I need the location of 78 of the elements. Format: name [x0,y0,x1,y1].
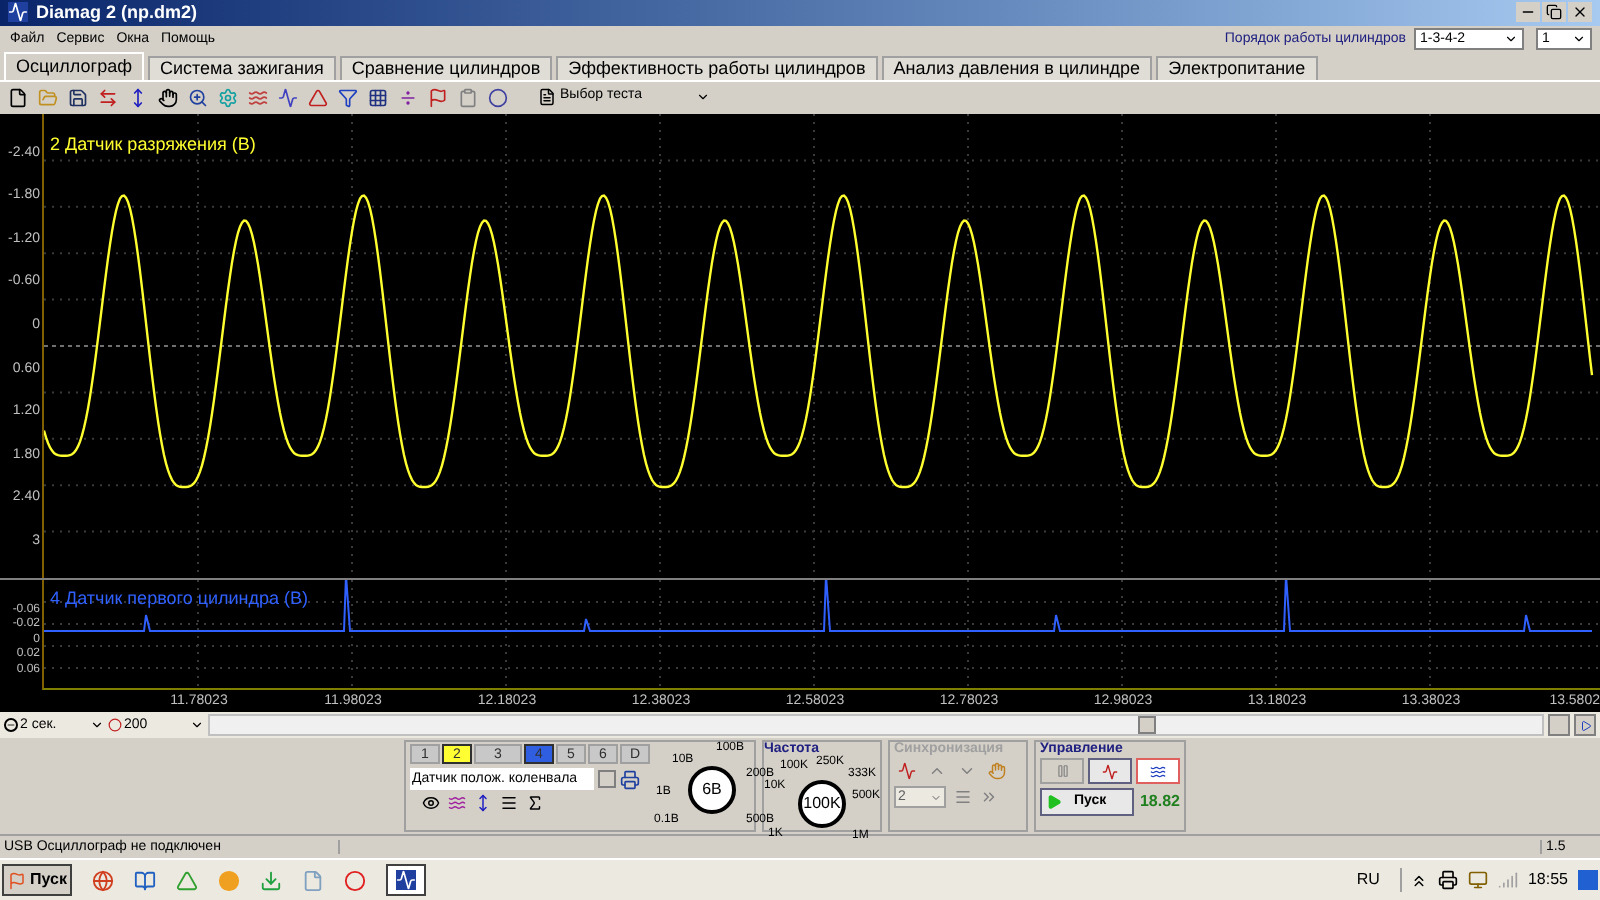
app-icon [8,2,28,23]
waves-icon[interactable] [248,87,268,108]
play-button[interactable] [1574,714,1596,737]
clipboard-icon[interactable] [458,87,478,108]
caret-icon [1572,32,1586,47]
clock: 18:55 [1527,868,1568,893]
taskbar-app-button[interactable] [386,864,427,897]
globe-icon[interactable] [92,869,115,892]
minimize-button[interactable] [1516,2,1540,23]
function-icon[interactable] [526,794,544,813]
close-button[interactable] [1568,2,1592,23]
caret-icon [190,718,204,733]
file-icon[interactable] [302,869,325,892]
caret-icon [1504,32,1518,47]
play-icon [1579,719,1591,732]
triangle-icon[interactable] [176,869,199,892]
waves-button[interactable] [1136,758,1180,785]
circle-icon [108,718,122,733]
language-indicator: RU [1356,868,1380,893]
scroll-thumb[interactable] [1138,716,1156,735]
search-icon[interactable] [188,87,208,108]
save-icon[interactable] [68,87,88,108]
hand-icon[interactable] [158,87,178,108]
download-icon[interactable] [260,869,283,892]
window-title: Diamag 2 (np.dm2) [36,3,198,22]
horizontal-arrows-icon[interactable] [98,87,118,108]
sine-button[interactable] [1088,758,1132,785]
menu-icon[interactable] [500,794,518,813]
trace-title: 2 Датчик разряжения (В) [50,131,256,158]
tab[interactable]: Система зажигания [148,55,336,80]
divide-icon[interactable] [398,87,418,108]
new-file-icon[interactable] [8,87,28,108]
start-button[interactable]: Пуск [2,864,73,897]
maximize-button[interactable] [1542,2,1566,23]
tab[interactable]: Осциллограф [4,51,144,80]
vertical-arrows-icon[interactable] [474,794,492,813]
caret-icon [696,90,710,105]
caret-icon [90,718,104,733]
printer-icon[interactable] [620,769,640,790]
restore-icon [1546,4,1562,21]
ring-icon[interactable] [344,869,367,892]
book-icon[interactable] [134,869,157,892]
play-icon [1046,794,1062,811]
tab[interactable]: Сравнение цилиндров [339,55,553,80]
trace-title: 4 Датчик первого цилиндра (В) [50,585,309,612]
reading: 18.82 [1139,790,1180,815]
knob[interactable]: 6В [688,766,736,815]
vertical-arrows-icon[interactable] [128,87,148,108]
close-icon [1572,4,1588,21]
triangle-icon[interactable] [308,87,328,108]
waves-icon[interactable] [448,794,466,813]
flag-icon [8,871,26,890]
eye-icon[interactable] [422,794,440,813]
filter-icon[interactable] [338,87,358,108]
lines-icon[interactable] [954,788,972,807]
flag-icon[interactable] [428,87,448,108]
wave-icon [1100,763,1120,780]
document-icon [538,88,556,107]
circle-icon[interactable] [488,87,508,108]
pulse-icon[interactable] [278,87,298,108]
minus-icon [4,718,18,733]
monitor-icon[interactable] [1467,870,1488,891]
printer-icon[interactable] [1437,870,1458,891]
waves-icon [1148,763,1168,780]
knob[interactable]: 100K [798,780,846,829]
grid-icon[interactable] [368,87,388,108]
scroll-right-button[interactable] [1548,714,1570,737]
pause-icon [1055,764,1069,779]
tab[interactable]: Электропитание [1156,55,1318,80]
rising-edge-icon[interactable] [898,762,916,781]
app-icon [396,870,417,891]
more-button[interactable] [598,770,616,789]
tab[interactable]: Эффективность работы цилиндров [556,55,878,80]
tab[interactable]: Анализ давления в цилиндре [881,55,1153,80]
caret-icon [930,791,942,804]
scrollbar[interactable] [208,714,1544,737]
chevrons-icon[interactable] [1409,871,1428,890]
show-desktop-button[interactable] [1578,870,1598,891]
